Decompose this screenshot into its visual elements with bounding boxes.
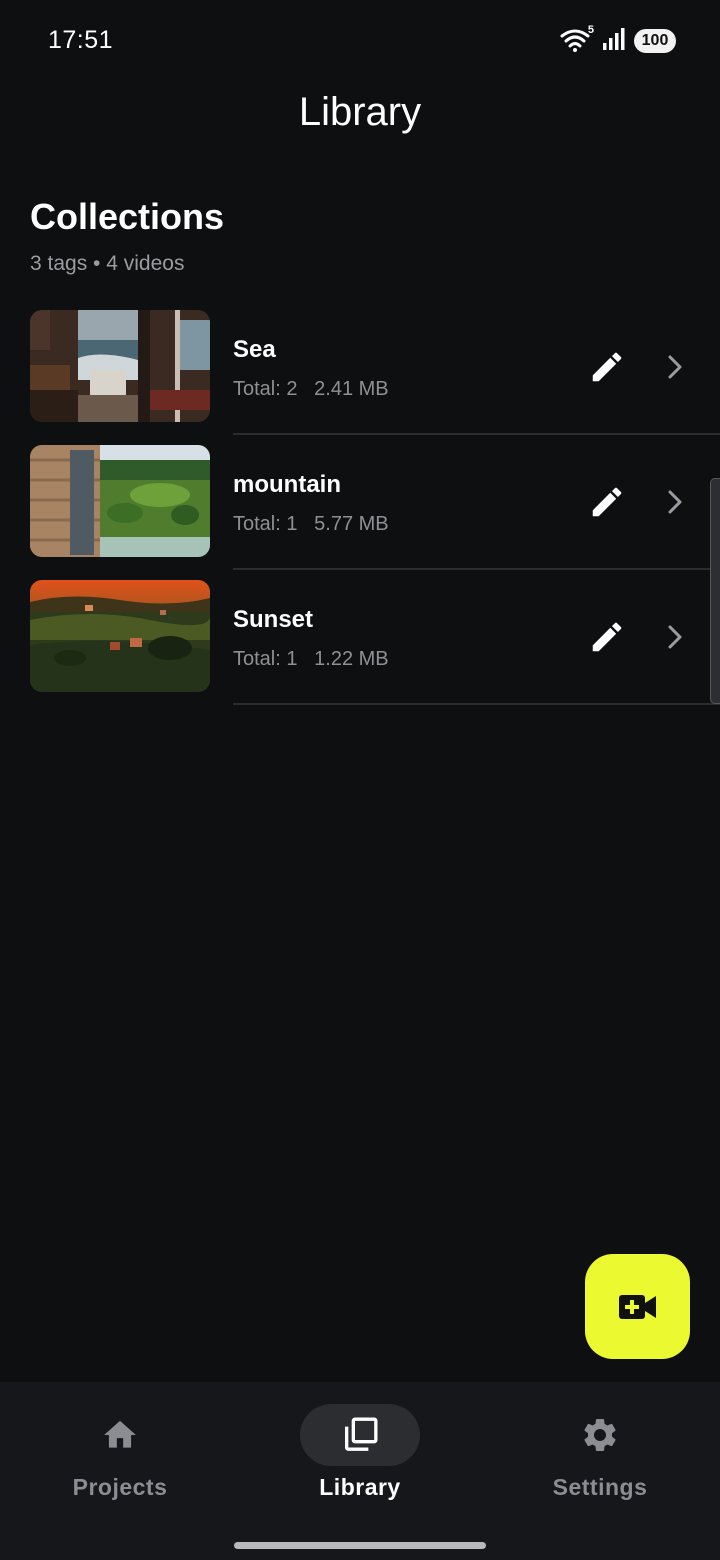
home-indicator[interactable]: [234, 1542, 486, 1549]
scrollbar[interactable]: [710, 478, 720, 704]
collections-list: Sea Total: 2 2.41 MB mountain Total: 1 5…: [0, 300, 720, 705]
collection-row[interactable]: Sea Total: 2 2.41 MB: [0, 300, 720, 435]
collection-meta: Total: 1 5.77 MB: [233, 513, 389, 535]
bottom-nav: Projects Library Settings: [0, 1382, 720, 1560]
collection-name: mountain: [233, 471, 341, 498]
pencil-icon: [592, 622, 622, 652]
library-screen: 17:51 5 100 Library Collections 3 tags •…: [0, 0, 720, 1560]
status-icons: 5 100: [560, 24, 676, 56]
gear-icon: [584, 1419, 616, 1451]
edit-button[interactable]: [584, 614, 630, 660]
nav-label-library: Library: [319, 1474, 401, 1500]
add-video-button[interactable]: [585, 1254, 690, 1359]
nav-item-projects[interactable]: Projects: [0, 1382, 240, 1522]
pencil-icon: [592, 487, 622, 517]
collection-thumbnail: [30, 445, 210, 557]
chevron-right-icon[interactable]: [660, 620, 690, 654]
signal-icon: [602, 27, 626, 56]
collection-row[interactable]: mountain Total: 1 5.77 MB: [0, 435, 720, 570]
collection-row[interactable]: Sunset Total: 1 1.22 MB: [0, 570, 720, 705]
collection-name: Sea: [233, 336, 276, 363]
wifi-badge: 5: [587, 24, 594, 36]
collection-thumbnail: [30, 310, 210, 422]
nav-item-settings[interactable]: Settings: [480, 1382, 720, 1522]
collection-meta: Total: 2 2.41 MB: [233, 378, 389, 400]
page-title: Library: [298, 90, 422, 134]
divider: [233, 703, 720, 705]
home-icon: [104, 1420, 136, 1448]
library-icon: [345, 1417, 378, 1451]
collection-meta: Total: 1 1.22 MB: [233, 648, 389, 670]
nav-label-projects: Projects: [72, 1474, 168, 1500]
collections-title: Collections: [30, 196, 225, 237]
status-bar: 17:51 5 100: [0, 0, 720, 84]
chevron-right-icon[interactable]: [660, 350, 690, 384]
collection-name: Sunset: [233, 606, 314, 633]
pencil-icon: [592, 352, 622, 382]
status-time: 17:51: [48, 26, 114, 54]
edit-button[interactable]: [584, 344, 630, 390]
chevron-right-icon[interactable]: [660, 485, 690, 519]
edit-button[interactable]: [584, 479, 630, 525]
nav-item-library[interactable]: Library: [240, 1382, 480, 1522]
collection-thumbnail: [30, 580, 210, 692]
battery-indicator: 100: [634, 29, 676, 53]
collections-subtitle: 3 tags • 4 videos: [30, 252, 185, 275]
wifi-icon: 5: [560, 24, 594, 54]
add-video-icon: [618, 1294, 656, 1319]
nav-label-settings: Settings: [552, 1474, 648, 1500]
